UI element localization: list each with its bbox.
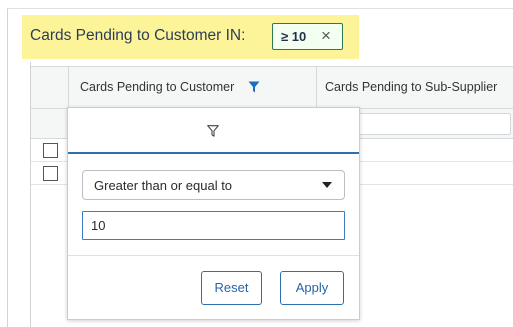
column-header-cards-pending-to-sub-supplier[interactable]: Cards Pending to Sub-Supplier xyxy=(317,67,513,108)
grid-header-row: Cards Pending to Customer Cards Pending … xyxy=(31,66,513,109)
active-filter-summary: Cards Pending to Customer IN: ≥ 10 × xyxy=(22,15,359,59)
filter-value-input[interactable]: 10 xyxy=(82,211,345,240)
column-filter-popup: Greater than or equal to 10 Reset Apply xyxy=(67,107,360,320)
filter-operator-value: Greater than or equal to xyxy=(94,178,233,193)
select-column-header xyxy=(31,67,69,108)
active-filter-label: Cards Pending to Customer IN: xyxy=(30,27,246,44)
column-header-cards-pending-to-customer[interactable]: Cards Pending to Customer xyxy=(69,67,317,108)
reset-button[interactable]: Reset xyxy=(201,271,262,305)
filter-active-icon[interactable] xyxy=(248,81,260,93)
column-header-label: Cards Pending to Customer xyxy=(80,80,235,94)
popup-divider xyxy=(68,255,359,256)
row-checkbox[interactable] xyxy=(43,143,58,158)
filter-tab[interactable] xyxy=(68,108,359,154)
apply-button[interactable]: Apply xyxy=(280,271,344,305)
row-checkbox[interactable] xyxy=(43,166,58,181)
filter-value-text: 10 xyxy=(91,218,106,233)
grid-frame-left-border xyxy=(7,8,8,327)
grid-frame-top-border xyxy=(7,8,513,9)
caret-down-icon xyxy=(322,182,332,188)
filter-chip-value: ≥ 10 xyxy=(281,29,307,44)
column-header-label: Cards Pending to Sub-Supplier xyxy=(325,80,498,94)
filter-chip[interactable]: ≥ 10 × xyxy=(272,23,343,50)
filter-icon xyxy=(207,125,219,137)
close-icon[interactable]: × xyxy=(321,26,331,46)
filter-operator-select[interactable]: Greater than or equal to xyxy=(82,170,345,200)
